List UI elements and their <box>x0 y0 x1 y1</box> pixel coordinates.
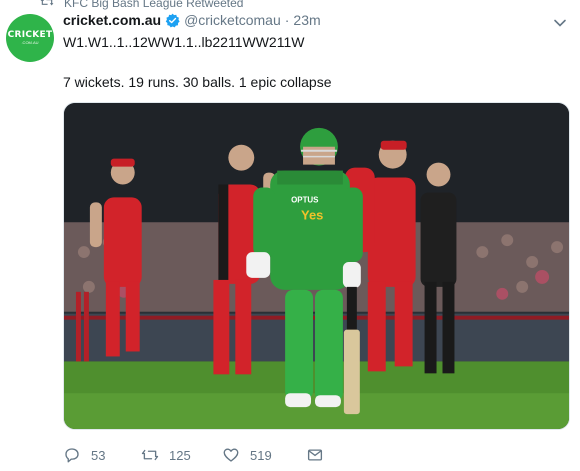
tweet-header: cricket.com.au @cricketcomau · 23m <box>63 12 321 28</box>
avatar-logo-text: CRICKET <box>7 30 53 40</box>
tweet-photo[interactable]: OPTUS Yes <box>63 102 570 430</box>
envelope-icon <box>307 449 323 461</box>
reply-button[interactable]: 53 <box>63 446 141 464</box>
tweet-actions: 53 125 519 <box>63 445 324 465</box>
retweet-count: 125 <box>169 447 191 463</box>
heart-icon <box>223 448 239 462</box>
author-handle[interactable]: @cricketcomau <box>184 12 281 28</box>
shirt-yes-text: Yes <box>301 207 323 222</box>
retweet-icon <box>141 449 159 461</box>
reply-icon <box>65 448 79 463</box>
retweet-button[interactable]: 125 <box>141 446 222 464</box>
author-name[interactable]: cricket.com.au <box>63 12 161 28</box>
reply-count: 53 <box>91 447 106 463</box>
tweet-text-line-1: W1.W1..1..12WW1.1..lb2211WW211W <box>63 34 305 50</box>
like-count: 519 <box>250 447 272 463</box>
shirt-sponsor-text: OPTUS <box>291 195 318 204</box>
verified-badge-icon <box>165 13 180 27</box>
direct-message-button[interactable] <box>306 446 324 464</box>
retweet-context[interactable]: KFC Big Bash League Retweeted <box>40 0 243 12</box>
retweet-icon <box>40 0 54 11</box>
tweet-timestamp[interactable]: 23m <box>293 12 320 28</box>
avatar[interactable]: CRICKET .COM.AU <box>6 14 54 62</box>
tweet-text-line-2: 7 wickets. 19 runs. 30 balls. 1 epic col… <box>63 74 332 90</box>
like-button[interactable]: 519 <box>222 446 306 464</box>
chevron-down-icon[interactable] <box>553 16 567 30</box>
header-separator: · <box>284 12 290 28</box>
avatar-logo-sub: .COM.AU <box>21 40 39 45</box>
retweet-context-label: KFC Big Bash League Retweeted <box>64 0 244 10</box>
